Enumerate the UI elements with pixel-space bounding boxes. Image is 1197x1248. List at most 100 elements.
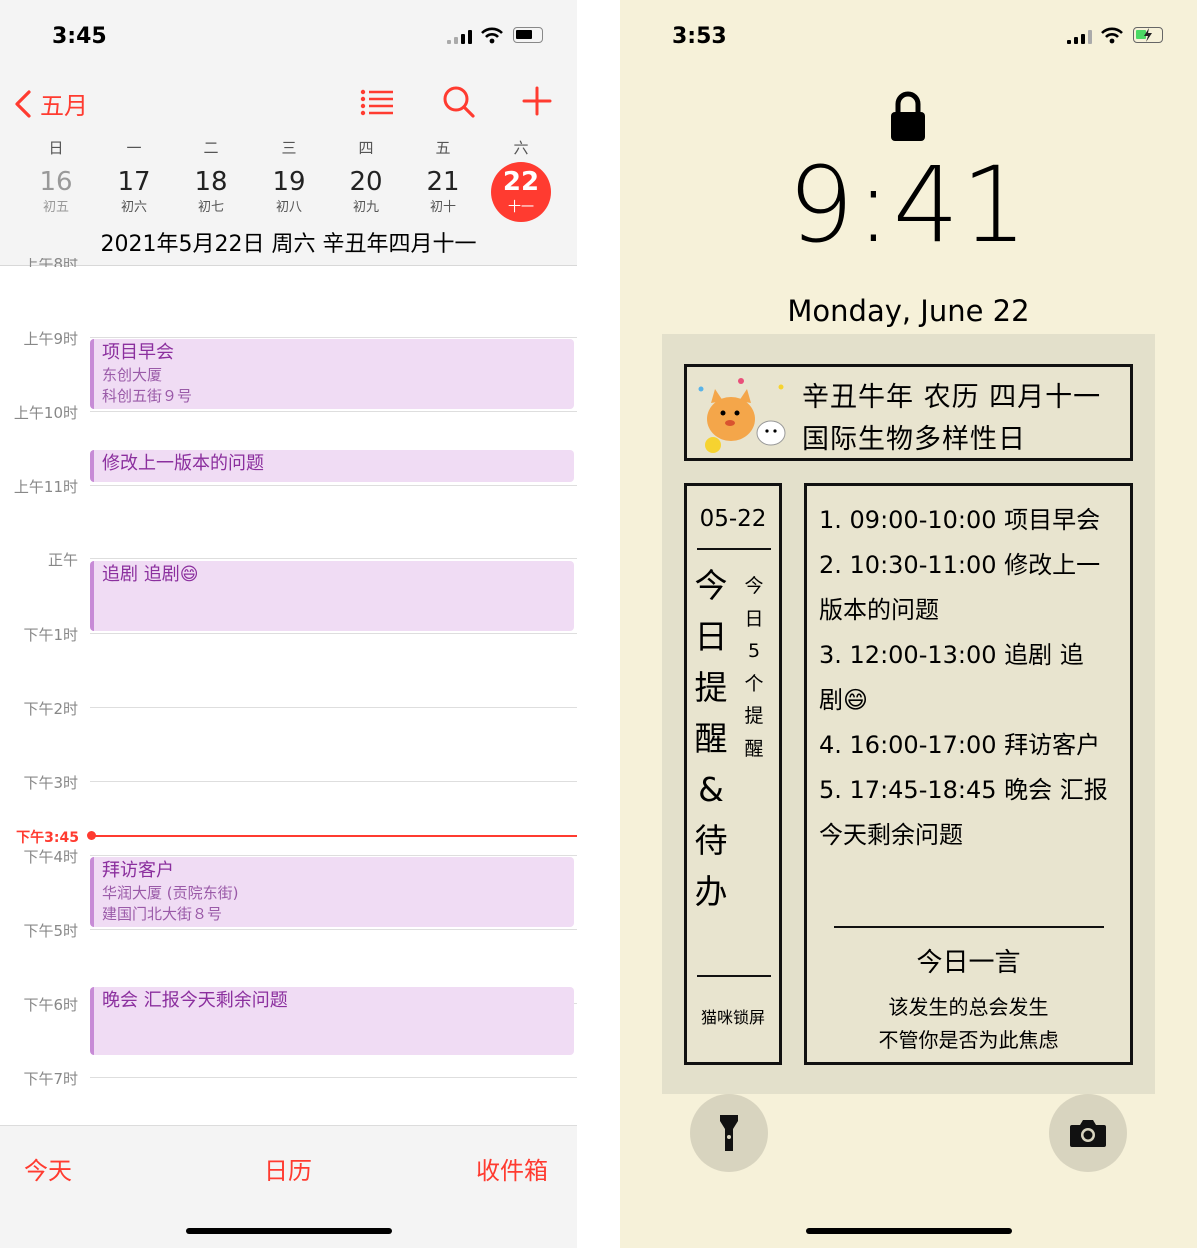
hour-label: 下午1时 [23, 626, 78, 644]
event-location: 东创大厦 [102, 366, 163, 384]
current-time-line [92, 835, 577, 837]
widget-brand: 猫咪锁屏 [700, 1008, 765, 1027]
date-number: 16 [39, 167, 73, 197]
list-icon[interactable] [360, 88, 394, 116]
hour-line [90, 1077, 577, 1078]
date-number: 19 [272, 167, 306, 197]
hour-line [90, 411, 577, 412]
weekday-fri: 五 [435, 139, 451, 157]
search-icon[interactable] [442, 85, 476, 119]
hour-line [90, 781, 577, 782]
lunar-date: 初八 [275, 200, 302, 215]
todo-item: 今天剩余问题 [819, 821, 963, 849]
date-number: 21 [426, 167, 460, 197]
lunar-date: 初六 [120, 200, 147, 215]
flashlight-icon [720, 1115, 738, 1151]
hour-label: 下午4时 [23, 848, 78, 866]
hour-line [90, 485, 577, 486]
home-indicator[interactable] [806, 1228, 1012, 1234]
weekday-tue: 二 [203, 139, 219, 157]
reminder-side-panel: 05-22 今日提醒 & 待办 今日5个提醒 猫咪锁屏 [684, 483, 782, 1065]
lock-date: Monday, June 22 [787, 294, 1030, 328]
event-fix-issues[interactable]: 修改上一版本的问题 [90, 450, 574, 482]
tab-today[interactable]: 今天 [24, 1151, 72, 1186]
event-evening-report[interactable]: 晚会 汇报今天剩余问题 [90, 987, 574, 1055]
lunar-date: 初五 [42, 200, 69, 215]
camera-button[interactable] [1049, 1094, 1127, 1172]
lunar-date: 初九 [352, 200, 379, 215]
lunar-date: 初十 [429, 200, 456, 215]
event-title: 拜访客户 [102, 860, 174, 881]
cat-illustration-icon [698, 378, 786, 453]
divider [697, 975, 771, 977]
flashlight-button[interactable] [690, 1094, 768, 1172]
todo-item: 5. 17:45-18:45 晚会 汇报 [819, 776, 1108, 804]
hour-line [90, 855, 577, 856]
date-cell-16[interactable]: 16 初五 [26, 168, 86, 215]
hour-label: 下午2时 [23, 700, 78, 718]
tab-calendars[interactable]: 日历 [264, 1151, 312, 1186]
weekday-wed: 三 [281, 139, 297, 157]
add-event-icon[interactable] [522, 86, 552, 116]
date-cell-22-selected[interactable]: 22 十一 [491, 162, 551, 222]
lunar-date: 十一 [507, 200, 534, 215]
hour-line [90, 707, 577, 708]
divider [834, 926, 1104, 928]
weekday-sat: 六 [513, 139, 529, 157]
todo-panel: 1. 09:00-10:00 项目早会 2. 10:30-11:00 修改上一 … [804, 483, 1133, 1065]
event-location: 华润大厦 (贡院东街) [102, 884, 239, 902]
current-time-label: 下午3:45 [16, 830, 79, 846]
hour-label: 下午3时 [23, 774, 78, 792]
status-time: 3:45 [52, 24, 107, 49]
battery-charging-icon [1133, 27, 1163, 43]
date-cell-21[interactable]: 21 初十 [413, 168, 473, 215]
weekday-sun: 日 [48, 139, 64, 157]
date-cell-19[interactable]: 19 初八 [259, 168, 319, 215]
hour-line [90, 337, 577, 338]
lock-clock: 9:41 [787, 144, 1030, 266]
date-number: 20 [349, 167, 383, 197]
event-project-meeting[interactable]: 项目早会 东创大厦 科创五街９号 [90, 339, 574, 409]
wifi-icon [1101, 27, 1123, 44]
hour-label: 正午 [47, 551, 78, 569]
hour-line [90, 558, 577, 559]
signal-icon [447, 30, 472, 44]
lock-screen: 3:53 9:41 Monday, June 22 辛丑牛年 农历 四月十一 国… [620, 0, 1197, 1248]
festival-text: 国际生物多样性日 [802, 424, 1026, 455]
date-cell-17[interactable]: 17 初六 [104, 168, 164, 215]
todo-item: 4. 16:00-17:00 拜访客户 [819, 731, 1101, 759]
event-visit-client[interactable]: 拜访客户 华润大厦 (贡院东街) 建国门北大街８号 [90, 857, 574, 927]
date-number: 17 [117, 167, 151, 197]
event-title: 项目早会 [102, 342, 174, 363]
home-indicator[interactable] [186, 1228, 392, 1234]
status-time: 3:53 [672, 24, 727, 49]
todo-item: 2. 10:30-11:00 修改上一 [819, 551, 1101, 579]
hour-label: 上午8时 [23, 258, 78, 267]
event-title: 晚会 汇报今天剩余问题 [102, 990, 288, 1011]
wifi-icon [481, 27, 503, 44]
chevron-left-icon [15, 89, 31, 118]
hour-label: 下午7时 [23, 1070, 78, 1088]
lock-icon [891, 91, 925, 141]
todo-item: 1. 09:00-10:00 项目早会 [819, 506, 1101, 534]
back-button[interactable]: 五月 [12, 86, 88, 121]
quote-line: 不管你是否为此焦虑 [878, 1028, 1059, 1052]
todo-item: 版本的问题 [819, 596, 939, 624]
event-address: 建国门北大街８号 [102, 905, 223, 923]
tab-inbox[interactable]: 收件箱 [476, 1151, 548, 1186]
selected-date-line: 2021年5月22日 周六 辛丑年四月十一 [100, 232, 477, 257]
lunar-date: 初七 [197, 200, 224, 215]
todo-list: 1. 09:00-10:00 项目早会 2. 10:30-11:00 修改上一 … [819, 498, 1129, 858]
event-address: 科创五街９号 [102, 387, 193, 405]
lunar-banner: 辛丑牛年 农历 四月十一 国际生物多样性日 [684, 364, 1133, 461]
lunar-date-text: 辛丑牛年 农历 四月十一 [802, 382, 1102, 413]
event-title: 修改上一版本的问题 [102, 453, 264, 474]
divider [697, 548, 771, 550]
weekday-thu: 四 [358, 139, 374, 157]
battery-icon [513, 27, 543, 43]
event-watch-drama[interactable]: 追剧 追剧😄 [90, 561, 574, 631]
event-title: 追剧 追剧😄 [102, 564, 199, 585]
weekday-mon: 一 [126, 139, 142, 157]
date-cell-20[interactable]: 20 初九 [336, 168, 396, 215]
date-cell-18[interactable]: 18 初七 [181, 168, 241, 215]
